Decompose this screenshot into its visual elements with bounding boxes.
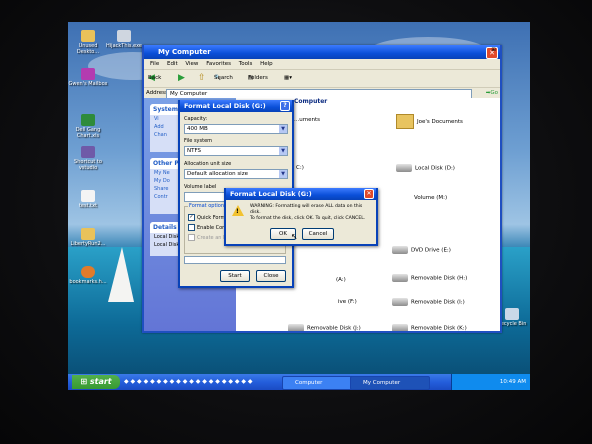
excel-file-icon [81,114,95,126]
chevron-down-icon: ▼ [279,170,287,178]
drive-item[interactable]: Removable Disk (H:) [392,274,467,283]
menu-bar: File Edit View Favorites Tools Help ⊞ [144,47,500,70]
taskbar: ⊞ start ◆ ◆ ◆ ◆ ◆ ◆ ◆ ◆ ◆ ◆ ◆ ◆ ◆ ◆ ◆ ◆ … [68,374,530,390]
drive-item[interactable]: (A:) [336,276,346,284]
drive-item[interactable]: Local Disk (D:) [396,164,455,173]
menu-edit[interactable]: Edit [167,61,178,67]
allocation-select[interactable]: Default allocation size ▼ [184,169,288,179]
removable-disk-icon [392,298,408,306]
taskbar-computer-management[interactable]: Computer Management [282,376,356,390]
drive-item[interactable]: ive (F:) [338,298,357,306]
chevron-down-icon: ▼ [279,147,287,155]
check-icon: ✓ [188,214,195,221]
menu-view[interactable]: View [185,61,198,67]
drive-item[interactable]: Removable Disk (J:) [288,324,361,331]
windows-flag-icon: ⊞ [80,377,88,386]
desktop: Unused Deskto... HijackThis.exe Gwen's M… [68,22,530,390]
my-computer-titlebar[interactable]: My Computer ✕ [144,45,500,59]
drive-item[interactable]: ...uments [294,116,320,124]
hijackthis-icon [117,30,131,42]
quick-launch-icons[interactable]: ◆ ◆ ◆ ◆ ◆ ◆ ◆ ◆ ◆ ◆ ◆ ◆ ◆ ◆ ◆ ◆ ◆ ◆ ◆ ◆ [124,378,253,385]
desktop-icon-hijackthis[interactable]: HijackThis.exe [104,30,144,49]
menu-file[interactable]: File [150,61,159,67]
desktop-icon-unused[interactable]: Unused Deskto... [68,30,108,55]
format-warning-dialog[interactable]: Format Local Disk (G:) ✕ ! WARNING: Form… [224,188,378,246]
firefox-icon [81,266,95,278]
system-tray: 10:49 AM [451,374,530,390]
removable-disk-icon [288,324,304,331]
format-titlebar[interactable]: Format Local Disk (G:) ? ✕ [180,100,292,112]
desktop-icon-vstudio[interactable]: Shortcut to vstudio [68,146,108,171]
taskbar-my-computer[interactable]: My Computer [350,376,430,390]
close-button[interactable]: Close [256,270,286,282]
desktop-icon-bookmarks[interactable]: bookmarks.h... [68,266,108,285]
allocation-label: Allocation unit size [184,161,232,167]
start-button[interactable]: Start [220,270,250,282]
desktop-icon-libertyrun[interactable]: LibertyRun2... [68,228,108,247]
capacity-select[interactable]: 400 MB ▼ [184,124,288,134]
chevron-down-icon: ▼ [279,125,287,133]
folder-icon [81,228,95,240]
menu-favorites[interactable]: Favorites [206,61,231,67]
format-options-label: Format options [188,203,228,209]
menu-tools[interactable]: Tools [239,61,253,67]
text-file-icon [81,190,95,202]
window-title: My Computer [158,48,211,56]
clock[interactable]: 10:49 AM [500,379,526,385]
forward-arrow-icon[interactable]: ▶ [178,70,185,87]
drive-item[interactable]: DVD Drive (E:) [392,246,451,255]
menu-help[interactable]: Help [260,61,273,67]
folder-item[interactable]: Joe's Documents [396,114,463,129]
mouse-cursor-icon: ↖ [291,232,298,241]
group-header: Computer [294,98,328,105]
create-msdos-checkbox[interactable]: Create an M [188,234,227,241]
help-icon[interactable]: ? [280,101,290,111]
mailbox-icon [81,68,95,80]
drive-item[interactable]: Volume (M:) [414,194,447,202]
volume-label-label: Volume label [184,184,217,190]
sailboat-wallpaper [108,247,134,302]
drive-item[interactable]: Removable Disk (K:) [392,324,467,331]
toolbar: ◀ Back ▶ ⇧ 🔍 Search ▤ Folders ▦▾ [144,70,500,88]
format-progress-bar [184,256,286,264]
start-button[interactable]: ⊞ start [72,375,120,389]
drive-item[interactable]: C:) [296,164,304,172]
dvd-drive-icon [392,246,408,254]
folder-icon [396,114,414,129]
warning-message: WARNING: Formatting will erase ALL data … [250,204,366,221]
close-icon[interactable]: ✕ [364,189,374,199]
hard-disk-icon [396,164,412,172]
drive-item[interactable]: Removable Disk (I:) [392,298,465,307]
cancel-button[interactable]: Cancel [302,228,334,240]
desktop-icon-mailbox[interactable]: Gwen's Mailbox [68,68,108,87]
capacity-label: Capacity: [184,116,208,122]
removable-disk-icon [392,274,408,282]
views-icon[interactable]: ▦▾ [284,70,292,87]
up-folder-icon[interactable]: ⇧ [198,70,206,87]
warning-titlebar[interactable]: Format Local Disk (G:) ✕ [226,188,376,200]
removable-disk-icon [392,324,408,331]
windows-logo-icon: ⊞ [491,47,496,53]
file-system-label: File system [184,138,213,144]
file-system-select[interactable]: NTFS ▼ [184,146,288,156]
desktop-icon-test-txt[interactable]: test.txt [68,190,108,209]
desktop-icon-gang-chart[interactable]: Dell Gang Chart.xls [68,114,108,139]
shortcut-icon [81,146,95,158]
recycle-bin-icon [505,308,519,320]
folder-icon [81,30,95,42]
